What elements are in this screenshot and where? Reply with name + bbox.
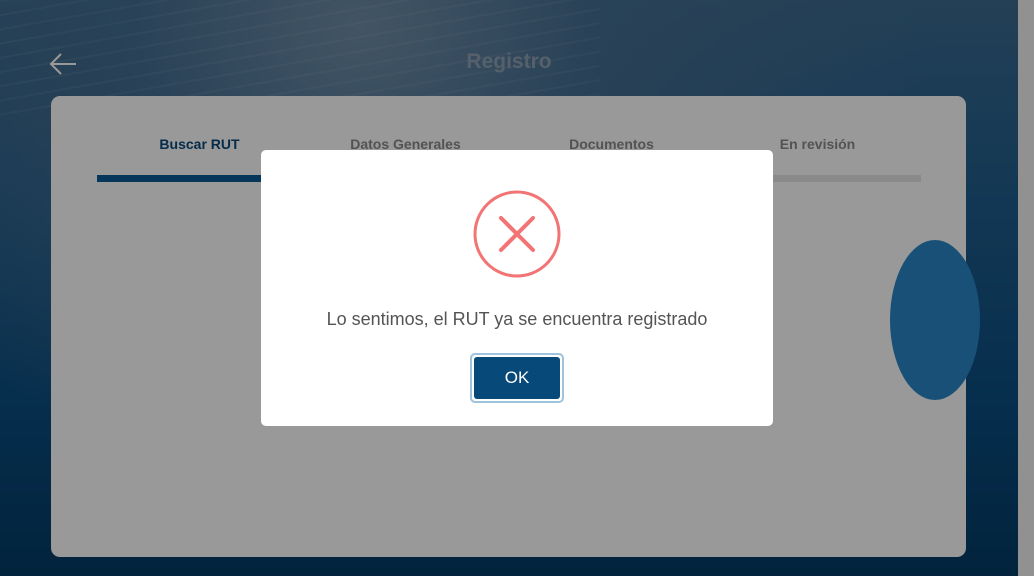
dialog-message: Lo sentimos, el RUT ya se encuentra regi…	[326, 309, 708, 329]
error-x-icon	[472, 189, 562, 279]
error-dialog: Lo sentimos, el RUT ya se encuentra regi…	[261, 150, 773, 426]
ok-button[interactable]: OK	[470, 353, 564, 403]
ok-button-label: OK	[474, 357, 560, 399]
